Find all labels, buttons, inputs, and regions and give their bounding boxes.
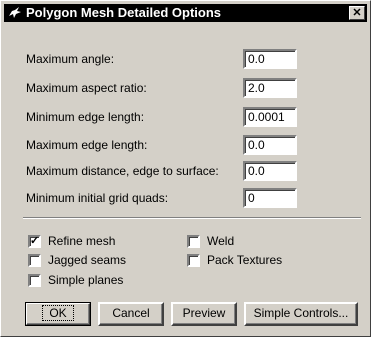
title-bar[interactable]: Polygon Mesh Detailed Options ✕ (4, 4, 367, 22)
maximum-angle-input[interactable]: 0.0 (243, 49, 297, 69)
maximum-aspect-ratio-label: Maximum aspect ratio: (26, 81, 147, 95)
simple-controls-button[interactable]: Simple Controls... (244, 302, 358, 326)
pack-textures-label: Pack Textures (207, 253, 283, 267)
maximum-edge-length-label: Maximum edge length: (26, 138, 148, 152)
weld-box[interactable] (187, 235, 200, 248)
close-button[interactable]: ✕ (349, 6, 365, 20)
weld-label: Weld (207, 234, 235, 248)
refine-mesh-label: Refine mesh (48, 234, 116, 248)
simple-planes-box[interactable] (28, 274, 41, 287)
minimum-edge-length-input[interactable]: 0.0001 (243, 107, 297, 127)
jagged-seams-label: Jagged seams (48, 253, 127, 267)
simple-planes-label: Simple planes (48, 273, 124, 287)
jagged-seams-box[interactable] (28, 254, 41, 267)
pack-textures-box[interactable] (187, 254, 200, 267)
ok-button-label: OK (42, 305, 74, 321)
polygon-mesh-options-dialog: Polygon Mesh Detailed Options ✕ Maximum … (0, 0, 371, 337)
refine-mesh-checkmark[interactable]: ✓ (28, 235, 41, 248)
separator (23, 217, 361, 219)
minimum-grid-quads-input[interactable]: 0 (243, 188, 297, 208)
maximum-distance-label: Maximum distance, edge to surface: (26, 164, 219, 178)
maximum-angle-label: Maximum angle: (26, 52, 115, 66)
window-title: Polygon Mesh Detailed Options (26, 5, 222, 20)
maximum-distance-input[interactable]: 0.0 (243, 161, 297, 181)
preview-button[interactable]: Preview (171, 302, 237, 326)
maximum-edge-length-input[interactable]: 0.0 (243, 135, 297, 155)
rhino-icon (8, 6, 22, 20)
cancel-button[interactable]: Cancel (98, 302, 164, 326)
minimum-edge-length-label: Minimum edge length: (26, 110, 145, 124)
minimum-grid-quads-label: Minimum initial grid quads: (26, 191, 169, 205)
maximum-aspect-ratio-input[interactable]: 2.0 (243, 78, 297, 98)
ok-button[interactable]: OK (25, 302, 91, 326)
